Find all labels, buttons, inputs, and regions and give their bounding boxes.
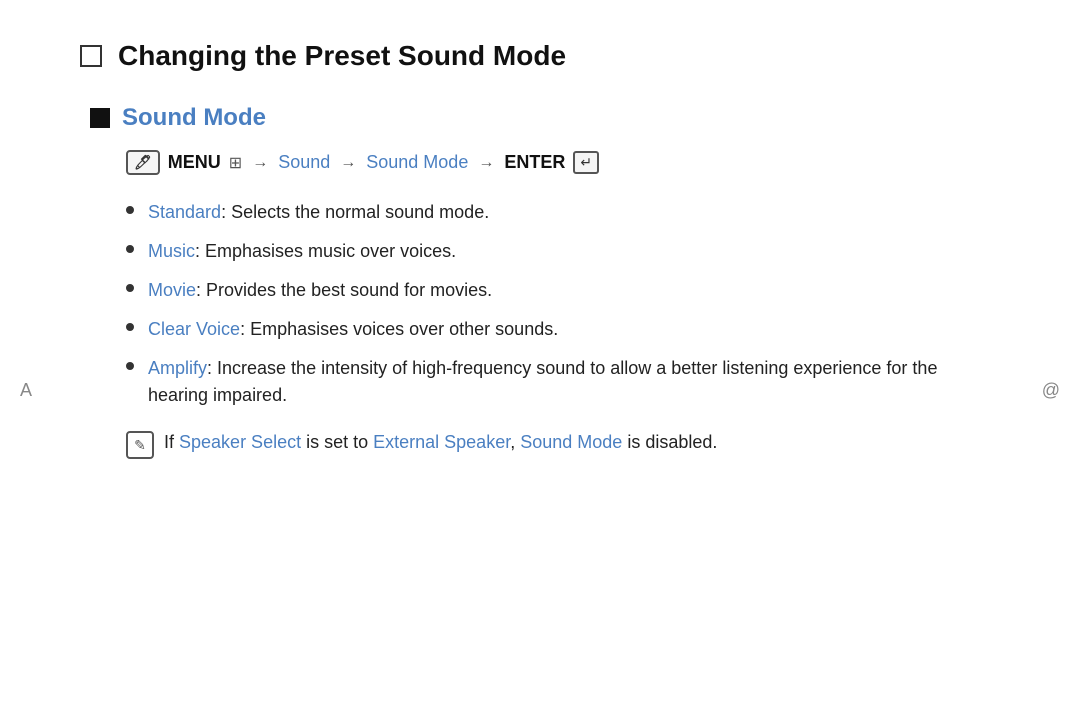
list-item: Music: Emphasises music over voices. <box>126 238 1000 265</box>
bullet-term: Standard <box>148 202 221 222</box>
menu-icon: 🖊 <box>126 150 160 175</box>
bullet-desc: : Emphasises voices over other sounds. <box>240 319 558 339</box>
bullet-dot <box>126 362 134 370</box>
sound-mode-link: Sound Mode <box>366 152 468 173</box>
checkbox-icon <box>80 45 102 67</box>
bullet-dot <box>126 284 134 292</box>
bullet-term: Music <box>148 241 195 261</box>
sound-mode-section: Sound Mode 🖊 MENU ⊞ → Sound → Sound Mode… <box>90 104 1000 459</box>
bullet-term: Movie <box>148 280 196 300</box>
note-box: ✎ If Speaker Select is set to External S… <box>126 429 1000 459</box>
menu-icon-char: ⊞ <box>229 153 242 173</box>
sound-mode-note-link: Sound Mode <box>520 432 622 452</box>
main-heading-text: Changing the Preset Sound Mode <box>118 40 566 72</box>
list-item-content: Standard: Selects the normal sound mode. <box>148 199 489 226</box>
bullet-term: Amplify <box>148 358 207 378</box>
black-square-icon <box>90 108 110 128</box>
arrow-1: → <box>252 154 268 172</box>
section-heading-text: Sound Mode <box>122 104 266 132</box>
enter-label: ENTER <box>504 152 565 173</box>
bullet-term: Clear Voice <box>148 319 240 339</box>
list-item: Movie: Provides the best sound for movie… <box>126 277 1000 304</box>
sound-link: Sound <box>278 152 330 173</box>
list-item-content: Clear Voice: Emphasises voices over othe… <box>148 316 558 343</box>
list-item: Clear Voice: Emphasises voices over othe… <box>126 316 1000 343</box>
arrow-2: → <box>340 154 356 172</box>
list-item-content: Music: Emphasises music over voices. <box>148 238 456 265</box>
bullet-desc: : Provides the best sound for movies. <box>196 280 492 300</box>
menu-label: MENU <box>168 152 221 173</box>
enter-icon: ↵ <box>573 151 599 174</box>
bullet-list: Standard: Selects the normal sound mode.… <box>126 199 1000 409</box>
bullet-desc: : Emphasises music over voices. <box>195 241 456 261</box>
list-item-content: Movie: Provides the best sound for movie… <box>148 277 492 304</box>
list-item: Standard: Selects the normal sound mode. <box>126 199 1000 226</box>
bullet-desc: : Increase the intensity of high-frequen… <box>148 358 937 405</box>
note-text: If Speaker Select is set to External Spe… <box>164 429 717 456</box>
bullet-dot <box>126 245 134 253</box>
bullet-dot <box>126 206 134 214</box>
side-letter-a: A <box>20 380 32 401</box>
section-heading: Sound Mode <box>90 104 1000 132</box>
list-item: Amplify: Increase the intensity of high-… <box>126 355 1000 409</box>
note-icon: ✎ <box>126 431 154 459</box>
arrow-3: → <box>478 154 494 172</box>
menu-instruction: 🖊 MENU ⊞ → Sound → Sound Mode → ENTER ↵ <box>126 150 1000 175</box>
speaker-select-link: Speaker Select <box>179 432 301 452</box>
external-speaker-link: External Speaker <box>373 432 510 452</box>
bullet-desc: : Selects the normal sound mode. <box>221 202 489 222</box>
main-heading-section: Changing the Preset Sound Mode <box>80 40 1000 72</box>
bullet-dot <box>126 323 134 331</box>
side-letter-at: @ <box>1042 380 1060 401</box>
list-item-content: Amplify: Increase the intensity of high-… <box>148 355 1000 409</box>
